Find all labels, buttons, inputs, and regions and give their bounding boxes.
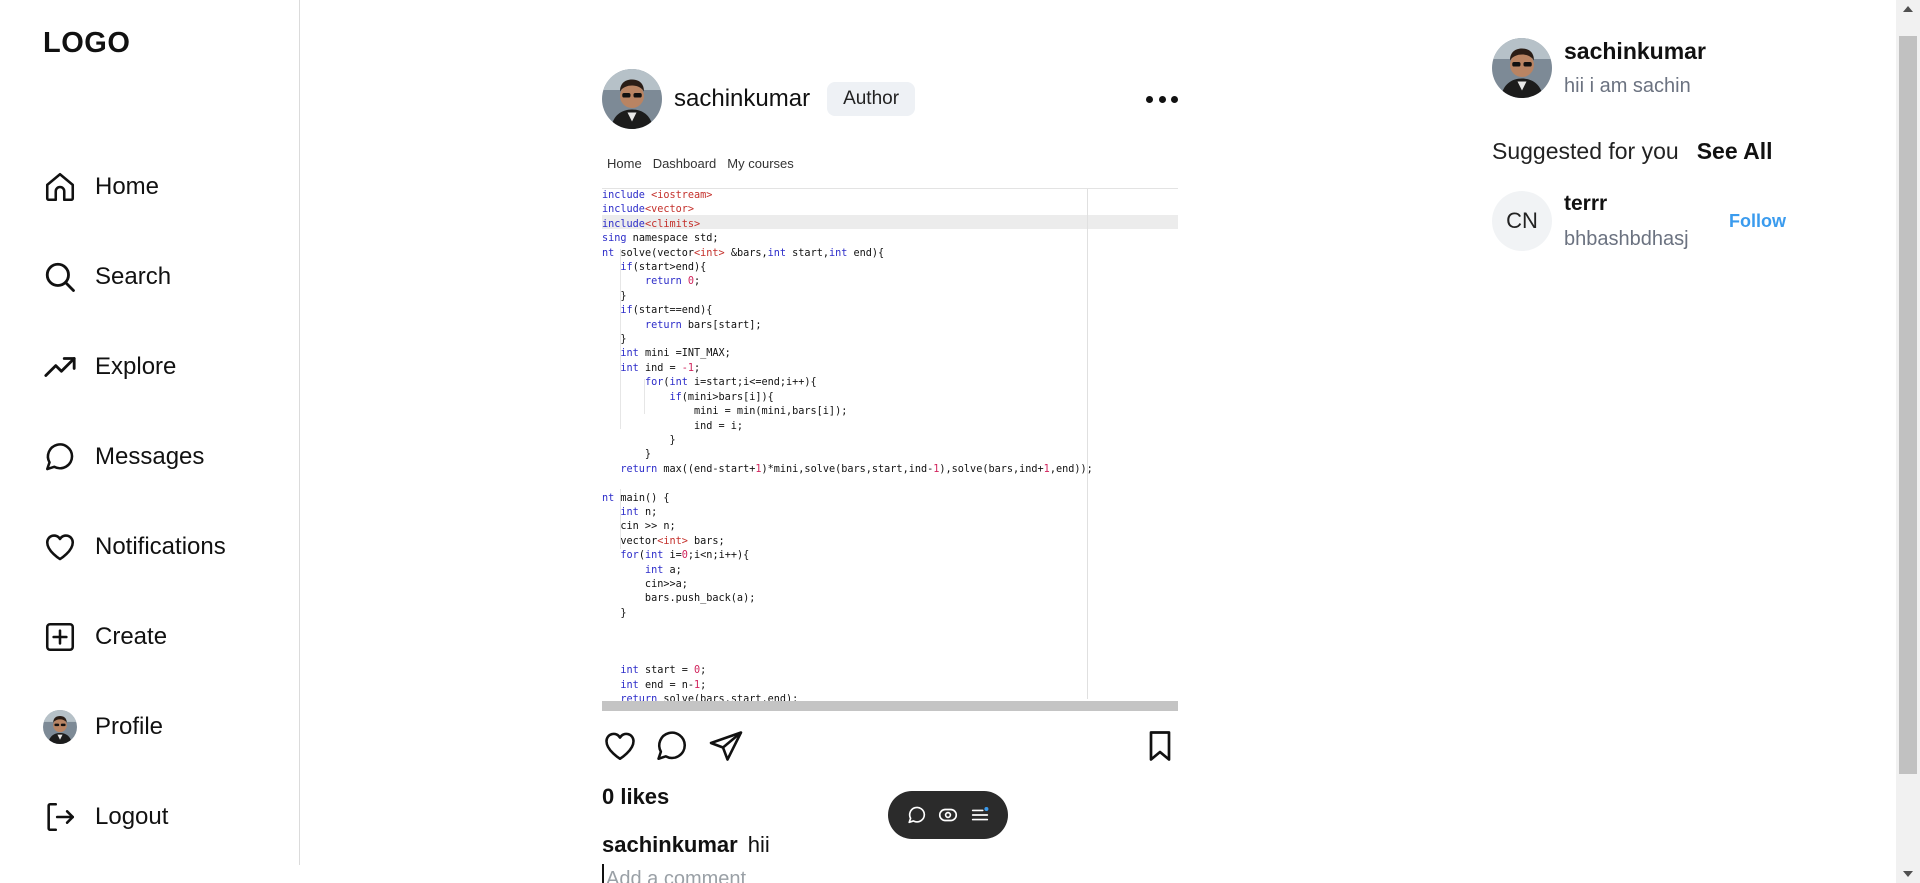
suggestions-header: Suggested for you See All	[1492, 138, 1812, 165]
sidebar-item-label: Profile	[95, 713, 164, 740]
post-caption: sachinkumar hii	[602, 832, 770, 858]
current-user-info: sachinkumar hii i am sachin	[1564, 38, 1706, 98]
sidebar-item-label: Home	[95, 173, 160, 200]
trending-up-icon	[43, 350, 77, 384]
chat-bubble-icon[interactable]	[906, 804, 928, 826]
sidebar-item-home[interactable]: Home	[43, 142, 226, 232]
code-screenshot: include <iostream> include<vector> inclu…	[602, 188, 1178, 705]
sidebar-item-label: Logout	[95, 803, 169, 830]
sidebar-item-create[interactable]: Create	[43, 592, 226, 682]
sidebar-item-messages[interactable]: Messages	[43, 412, 226, 502]
suggested-user: CN terrr bhbashbdhasj Follow	[1492, 191, 1812, 251]
list-icon[interactable]	[969, 804, 991, 826]
current-user-bio: hii i am sachin	[1564, 75, 1691, 97]
post-card: sachinkumar Author Home Dashboard My cou…	[602, 68, 1178, 883]
sidebar-item-notifications[interactable]: Notifications	[43, 502, 226, 592]
page-scrollbar[interactable]	[1896, 0, 1920, 883]
image-nav: Home Dashboard My courses	[607, 156, 794, 171]
floating-toolbar	[888, 791, 1008, 839]
share-icon[interactable]	[708, 728, 744, 764]
sidebar-item-label: Messages	[95, 443, 205, 470]
caption-username[interactable]: sachinkumar	[602, 832, 738, 857]
right-panel: sachinkumar hii i am sachin Suggested fo…	[1492, 38, 1812, 251]
current-user: sachinkumar hii i am sachin	[1492, 38, 1812, 98]
suggested-user-username[interactable]: terrr	[1564, 192, 1724, 216]
post-author-username[interactable]: sachinkumar	[674, 85, 810, 113]
likes-count: 0 likes	[602, 784, 670, 809]
follow-button[interactable]: Follow	[1729, 211, 1786, 232]
search-icon	[43, 260, 77, 294]
see-all-link[interactable]: See All	[1697, 138, 1773, 165]
scroll-up-arrow-icon[interactable]	[1903, 6, 1913, 12]
sidebar-item-profile[interactable]: Profile	[43, 682, 226, 772]
image-nav-item: Dashboard	[652, 156, 717, 171]
caption-text: hii	[747, 832, 770, 857]
sidebar-item-label: Create	[95, 623, 168, 650]
current-user-avatar[interactable]	[1492, 38, 1552, 98]
sidebar-item-explore[interactable]: Explore	[43, 322, 226, 412]
suggested-user-subtitle: bhbashbdhasj	[1564, 227, 1689, 250]
image-nav-item: My courses	[727, 156, 794, 171]
code-snippet: include <iostream> include<vector> inclu…	[602, 190, 1093, 706]
post-author-avatar[interactable]	[602, 69, 662, 129]
post-actions	[602, 728, 1178, 764]
comment-input[interactable]	[602, 864, 1178, 883]
plus-square-icon	[43, 620, 77, 654]
author-badge: Author	[827, 82, 916, 116]
avatar	[43, 710, 77, 744]
suggestions-title: Suggested for you	[1492, 138, 1679, 164]
scrollbar-thumb[interactable]	[1899, 36, 1917, 774]
image-nav-item: Home	[607, 156, 642, 171]
bookmark-icon[interactable]	[1142, 728, 1178, 764]
sidebar-item-label: Notifications	[95, 533, 226, 560]
sidebar-item-label: Search	[95, 263, 172, 290]
like-icon[interactable]	[602, 728, 638, 764]
post-header: sachinkumar Author	[602, 68, 1178, 130]
suggested-user-avatar[interactable]: CN	[1492, 191, 1552, 251]
heart-icon	[43, 530, 77, 564]
eye-icon[interactable]	[937, 804, 959, 826]
suggested-user-info: terrr bhbashbdhasj	[1564, 192, 1724, 251]
sidebar-item-search[interactable]: Search	[43, 232, 226, 322]
current-user-username[interactable]: sachinkumar	[1564, 38, 1706, 65]
sidebar-item-label: Explore	[95, 353, 177, 380]
post-image[interactable]: Home Dashboard My courses include <iostr…	[602, 148, 1178, 711]
sidebar: LOGO Home Search Explore Messages Notifi…	[0, 0, 300, 865]
message-icon	[43, 440, 77, 474]
nav-menu: Home Search Explore Messages Notificatio…	[43, 142, 226, 862]
image-scrollbar[interactable]	[602, 701, 1178, 711]
more-options-icon[interactable]	[1146, 86, 1178, 112]
logo[interactable]: LOGO	[43, 27, 130, 60]
logout-icon	[43, 800, 77, 834]
scroll-down-arrow-icon[interactable]	[1903, 871, 1913, 877]
sidebar-item-logout[interactable]: Logout	[43, 772, 226, 862]
avatar-wrap	[43, 710, 77, 744]
comment-icon[interactable]	[654, 728, 690, 764]
home-icon	[43, 170, 77, 204]
